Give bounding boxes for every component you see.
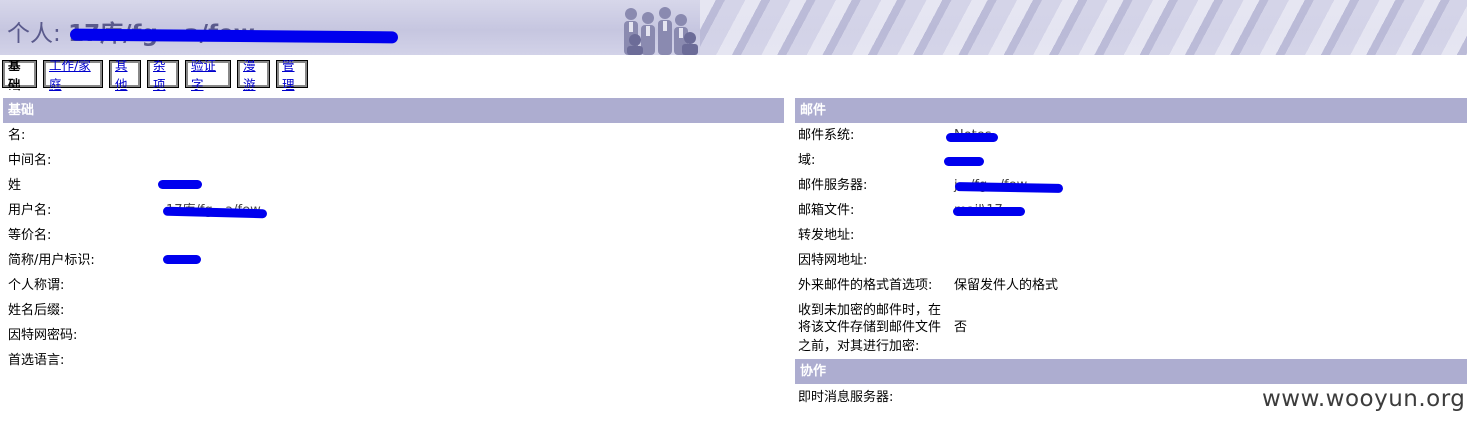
value-incoming-format: 保留发件人的格式 [954, 278, 1059, 293]
tab-admin[interactable]: 管理 [275, 58, 309, 92]
redaction-mark [944, 157, 984, 166]
tab-label: 漫游 [243, 58, 256, 92]
redaction-mark [954, 182, 1064, 193]
label-preferred-language: 首选语言: [8, 353, 65, 368]
label-forwarding-address: 转发地址: [798, 228, 855, 243]
tab-other[interactable]: 其他 [108, 58, 142, 92]
redaction-mark [953, 207, 1025, 216]
tab-label: 杂项 [153, 58, 166, 92]
tab-bar: 基础 工作/家庭 其他 杂项 验证字 漫游 管理 [1, 58, 309, 92]
watermark: www.wooyun.org [1262, 386, 1466, 412]
redaction-mark [158, 180, 202, 189]
section-header-basic: 基础 [3, 98, 784, 123]
label-im-server: 即时消息服务器: [798, 390, 894, 405]
label-encrypt-line-1: 收到未加密的邮件时，在 [798, 303, 942, 318]
value-encrypt: 否 [954, 320, 968, 335]
section-header-collab: 协作 [795, 359, 1467, 384]
redaction-mark [946, 133, 998, 142]
label-first-name: 名: [8, 128, 26, 143]
label-title: 个人称谓: [8, 278, 65, 293]
label-user-name: 用户名: [8, 203, 52, 218]
tab-roaming[interactable]: 漫游 [236, 58, 271, 92]
tab-misc[interactable]: 杂项 [146, 58, 180, 92]
page-banner: 个人: 17库/fg...a/few [0, 0, 1467, 55]
label-mail-system: 邮件系统: [798, 128, 855, 143]
tab-work-home[interactable]: 工作/家庭 [42, 58, 104, 92]
label-encrypt-line-2: 将该文件存储到邮件文件 [798, 320, 942, 335]
title-prefix: 个人: [7, 21, 61, 47]
label-internet-password: 因特网密码: [8, 328, 78, 343]
tab-label: 管理 [282, 58, 295, 92]
tab-label: 基础 [8, 58, 21, 92]
banner-decoration [700, 0, 1467, 55]
label-middle-name: 中间名: [8, 153, 52, 168]
tab-certificates[interactable]: 验证字 [184, 58, 232, 92]
redaction-mark [163, 255, 201, 264]
label-short-name: 简称/用户标识: [8, 253, 95, 268]
tab-label: 其他 [115, 58, 128, 92]
label-encrypt-line-3: 之前，对其进行加密: [798, 339, 920, 354]
label-domain: 域: [798, 153, 816, 168]
tab-basic[interactable]: 基础 [1, 58, 38, 92]
label-mail-file: 邮箱文件: [798, 203, 855, 218]
label-alt-name: 等价名: [8, 228, 52, 243]
label-internet-address: 因特网地址: [798, 253, 868, 268]
people-illustration [624, 7, 698, 55]
label-last-name: 姓 [8, 178, 22, 193]
tab-label: 验证字 [191, 58, 217, 92]
label-mail-server: 邮件服务器: [798, 178, 868, 193]
tab-label: 工作/家庭 [49, 58, 91, 92]
label-incoming-format: 外来邮件的格式首选项: [798, 278, 933, 293]
section-header-mail: 邮件 [795, 98, 1467, 123]
label-suffix: 姓名后缀: [8, 303, 65, 318]
